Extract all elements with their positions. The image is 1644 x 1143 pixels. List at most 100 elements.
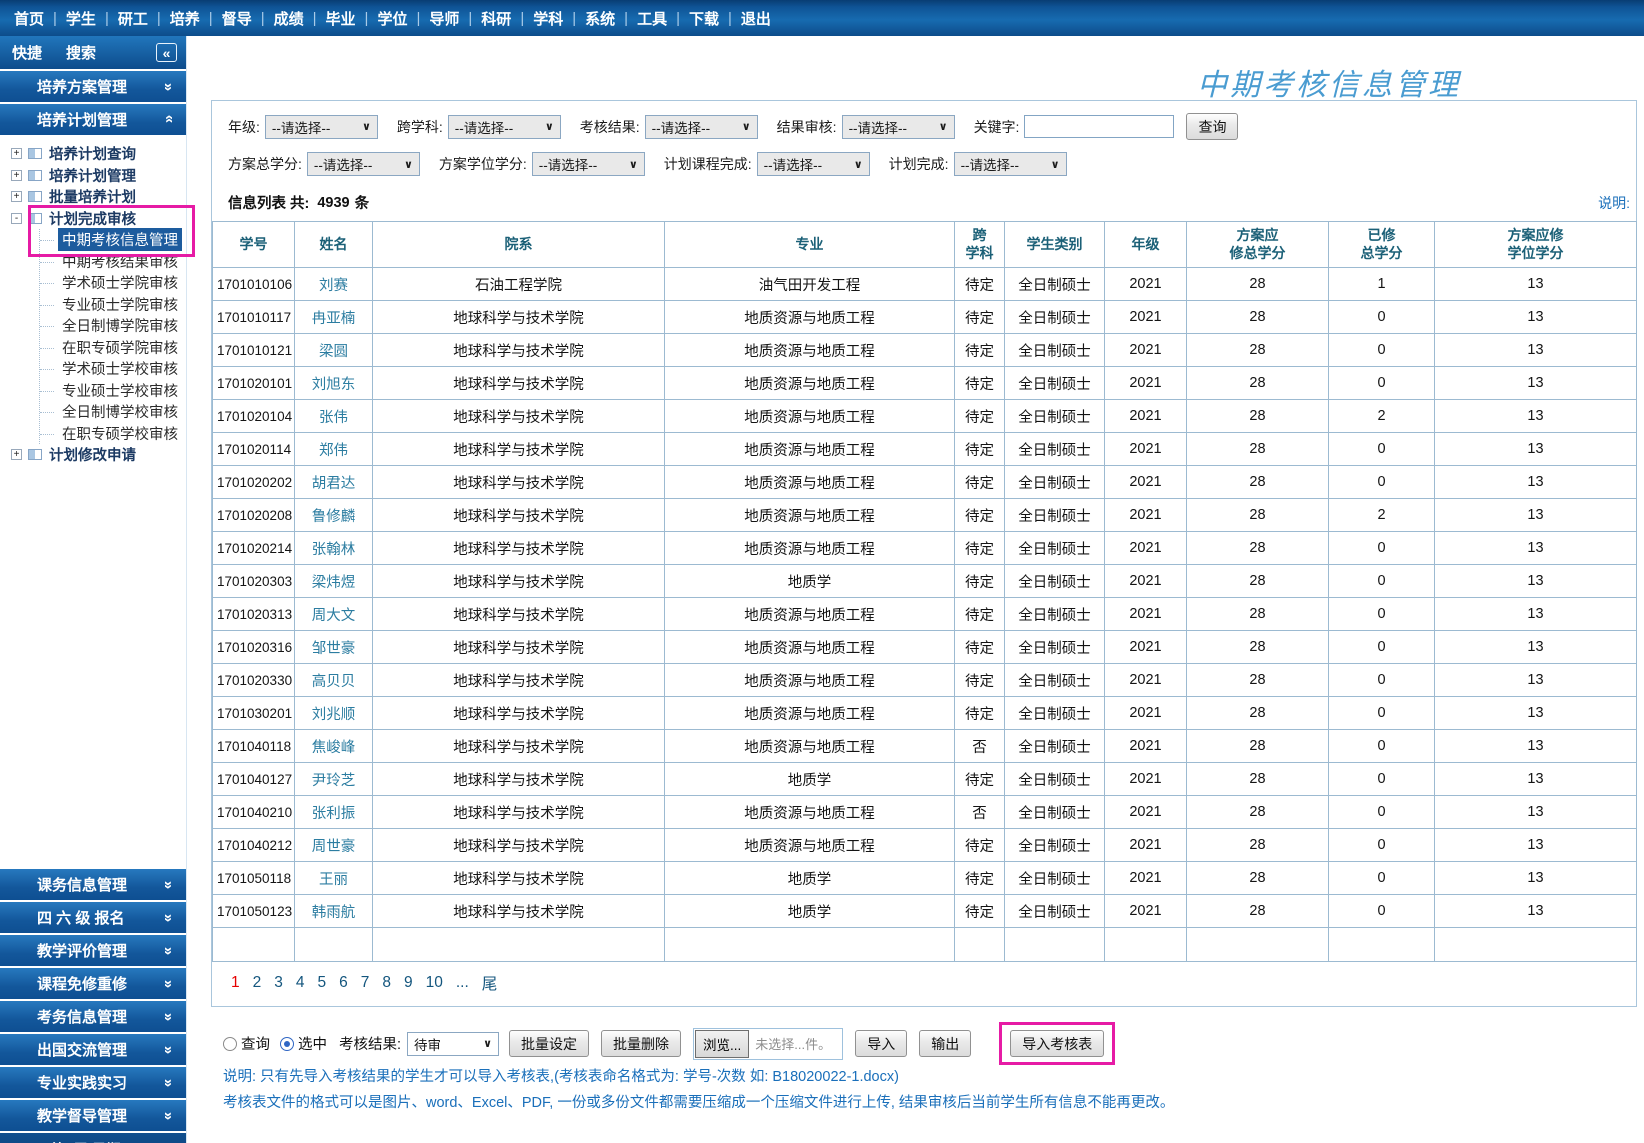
cell-plan-degree-credits: 13 <box>1435 532 1637 565</box>
filter-select[interactable]: --请选择--∨ <box>448 115 561 139</box>
cell-student-name[interactable]: 梁炜煜 <box>295 565 373 598</box>
cell-student-name[interactable]: 尹玲芝 <box>295 763 373 796</box>
expand-toggle-icon[interactable]: + <box>11 191 22 202</box>
cell-student-name[interactable]: 张利振 <box>295 796 373 829</box>
sidebar-accordion[interactable]: 课务信息管理» <box>0 869 186 900</box>
expand-toggle-icon[interactable]: - <box>11 213 22 224</box>
cell-student-name[interactable]: 王丽 <box>295 862 373 895</box>
cell-student-name[interactable]: 刘赛 <box>295 268 373 301</box>
page-link[interactable]: 8 <box>382 974 391 992</box>
expand-toggle-icon[interactable]: + <box>11 449 22 460</box>
tree-node[interactable]: +批量培养计划 <box>0 186 186 208</box>
expand-toggle-icon[interactable]: + <box>11 148 22 159</box>
cell-student-name[interactable]: 张翰林 <box>295 532 373 565</box>
menu-item[interactable]: 学生 <box>66 8 96 29</box>
sidebar-accordion[interactable]: 教学评价管理» <box>0 935 186 966</box>
filter-select[interactable]: --请选择--∨ <box>265 115 378 139</box>
tree-leaf[interactable]: 全日制博学院审核 <box>40 315 186 337</box>
tree-leaf[interactable]: 中期考核信息管理 <box>40 229 186 251</box>
cell-student-name[interactable]: 刘旭东 <box>295 367 373 400</box>
menu-item[interactable]: 督导 <box>222 8 252 29</box>
tree-leaf[interactable]: 专业硕士学校审核 <box>40 380 186 402</box>
tab-search[interactable]: 搜索 <box>66 42 96 63</box>
tree-node[interactable]: +培养计划查询 <box>0 143 186 165</box>
page-link[interactable]: 5 <box>318 974 327 992</box>
batch-delete-button[interactable]: 批量删除 <box>601 1030 681 1057</box>
menu-item[interactable]: 成绩 <box>274 8 304 29</box>
filter-select[interactable]: --请选择--∨ <box>307 152 420 176</box>
page-link[interactable]: 4 <box>296 974 305 992</box>
menu-item[interactable]: 工具 <box>637 8 667 29</box>
page-link[interactable]: 2 <box>253 974 262 992</box>
page-link[interactable]: 尾 <box>482 972 498 994</box>
sidebar-accordion[interactable]: 培养方案管理» <box>0 71 186 102</box>
sidebar-accordion[interactable]: 课程免修重修» <box>0 968 186 999</box>
tree-leaf[interactable]: 在职专硕学院审核 <box>40 337 186 359</box>
import-button[interactable]: 导入 <box>855 1030 907 1057</box>
tree-leaf[interactable]: 中期考核结果审核 <box>40 251 186 273</box>
page-link[interactable]: 3 <box>274 974 283 992</box>
tree-node[interactable]: -计划完成审核 <box>0 208 186 230</box>
sidebar-accordion[interactable]: 出国交流管理» <box>0 1034 186 1065</box>
tab-quick[interactable]: 快捷 <box>12 42 42 63</box>
keyword-input[interactable] <box>1024 115 1174 138</box>
cell-student-name[interactable]: 高贝贝 <box>295 664 373 697</box>
menu-item[interactable]: 学位 <box>377 8 407 29</box>
page-link[interactable]: 7 <box>361 974 370 992</box>
tree-leaf[interactable]: 全日制博学校审核 <box>40 401 186 423</box>
sidebar-accordion[interactable]: 教学督导管理» <box>0 1100 186 1131</box>
page-link[interactable]: 9 <box>404 974 413 992</box>
tree-leaf[interactable]: 专业硕士学院审核 <box>40 294 186 316</box>
batch-set-button[interactable]: 批量设定 <box>509 1030 589 1057</box>
tree-leaf[interactable]: 在职专硕学校审核 <box>40 423 186 445</box>
menu-item[interactable]: 科研 <box>481 8 511 29</box>
menu-item[interactable]: 系统 <box>585 8 615 29</box>
menu-item[interactable]: 毕业 <box>326 8 356 29</box>
cell-student-name[interactable]: 梁圆 <box>295 334 373 367</box>
cell-student-name[interactable]: 郑伟 <box>295 433 373 466</box>
cell-student-name[interactable]: 韩雨航 <box>295 895 373 928</box>
tree-leaf[interactable]: 学术硕士学校审核 <box>40 358 186 380</box>
search-button[interactable]: 查询 <box>1186 113 1238 140</box>
import-assessment-form-button[interactable]: 导入考核表 <box>1010 1030 1104 1057</box>
browse-button[interactable]: 浏览... <box>695 1030 749 1058</box>
expand-toggle-icon[interactable]: + <box>11 170 22 181</box>
sidebar-accordion[interactable]: 考务信息管理» <box>0 1001 186 1032</box>
cell-student-name[interactable]: 鲁修麟 <box>295 499 373 532</box>
filter-select[interactable]: --请选择--∨ <box>532 152 645 176</box>
menu-item[interactable]: 研工 <box>118 8 148 29</box>
tree-node[interactable]: +培养计划管理 <box>0 165 186 187</box>
sidebar-accordion[interactable]: 四 六 级 报名» <box>0 902 186 933</box>
menu-item[interactable]: 学科 <box>533 8 563 29</box>
page-link[interactable]: 6 <box>339 974 348 992</box>
menu-item[interactable]: 首页 <box>14 8 44 29</box>
cell-student-name[interactable]: 胡君达 <box>295 466 373 499</box>
filter-select[interactable]: --请选择--∨ <box>757 152 870 176</box>
tree-node[interactable]: +计划修改申请 <box>0 444 186 466</box>
cell-student-name[interactable]: 焦峻峰 <box>295 730 373 763</box>
filter-select[interactable]: --请选择--∨ <box>954 152 1067 176</box>
sidebar-accordion[interactable]: 专业实践实习» <box>0 1067 186 1098</box>
cell-student-name[interactable]: 张伟 <box>295 400 373 433</box>
cell-student-name[interactable]: 邹世豪 <box>295 631 373 664</box>
file-input[interactable]: 浏览... 未选择...件。 <box>693 1028 843 1060</box>
cell-student-name[interactable]: 冉亚楠 <box>295 301 373 334</box>
radio-selected[interactable] <box>280 1037 294 1051</box>
sidebar-accordion[interactable]: 培养计划管理» <box>0 104 186 135</box>
filter-select[interactable]: --请选择--∨ <box>645 115 758 139</box>
sidebar-collapse-button[interactable]: « <box>156 43 177 62</box>
menu-item[interactable]: 培养 <box>170 8 200 29</box>
tree-leaf[interactable]: 学术硕士学院审核 <box>40 272 186 294</box>
menu-item[interactable]: 退出 <box>741 8 771 29</box>
filter-select[interactable]: --请选择--∨ <box>842 115 955 139</box>
export-button[interactable]: 输出 <box>919 1030 971 1057</box>
page-link[interactable]: 10 <box>426 974 443 992</box>
radio-query[interactable] <box>223 1037 237 1051</box>
menu-item[interactable]: 导师 <box>429 8 459 29</box>
result-select[interactable]: 待审 ∨ <box>407 1032 499 1056</box>
cell-student-name[interactable]: 周世豪 <box>295 829 373 862</box>
help-link[interactable]: 说明: <box>1598 193 1634 213</box>
cell-student-name[interactable]: 周大文 <box>295 598 373 631</box>
menu-item[interactable]: 下载 <box>689 8 719 29</box>
cell-student-name[interactable]: 刘兆顺 <box>295 697 373 730</box>
